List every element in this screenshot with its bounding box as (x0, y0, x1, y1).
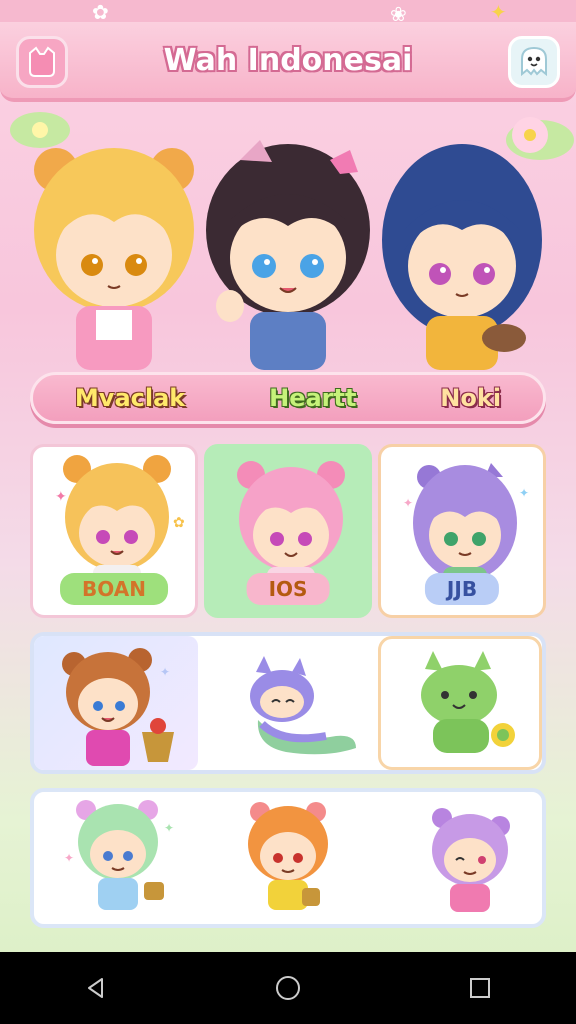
hero-name-3[interactable]: Noki (440, 384, 501, 412)
svg-text:✦: ✦ (55, 489, 67, 505)
header-bar: Wah Indonesai (0, 22, 576, 102)
hero-character-3[interactable] (374, 130, 550, 370)
chibi-portrait-1: ✦ ✿ (55, 455, 185, 587)
svg-text:✦: ✦ (160, 665, 170, 679)
character-card-6[interactable] (378, 636, 542, 770)
profile-button[interactable] (508, 36, 560, 88)
hero-characters (16, 130, 560, 380)
home-circle-icon (276, 976, 300, 1000)
chibi-portrait-9 (432, 808, 510, 912)
page-title: Wah Indonesai (163, 42, 413, 78)
recents-square-icon (470, 978, 490, 998)
character-card-5[interactable] (206, 636, 370, 770)
character-row-2: ✦ (30, 632, 546, 774)
svg-text:✦: ✦ (403, 496, 413, 510)
svg-text:✦: ✦ (64, 851, 74, 865)
svg-text:✦: ✦ (164, 821, 174, 835)
hero-name-2[interactable]: Heartt (269, 384, 356, 412)
character-row-3: ✦ ✦ (30, 788, 546, 928)
character-card-2[interactable]: IOS (204, 444, 372, 618)
character-card-9[interactable] (374, 792, 542, 924)
hero-character-2[interactable] (200, 130, 376, 370)
chibi-portrait-7: ✦ ✦ (64, 800, 174, 910)
ghost-icon (521, 46, 547, 77)
chibi-portrait-8 (248, 802, 328, 910)
back-button[interactable] (72, 964, 120, 1012)
slug-creature-icon (250, 656, 356, 755)
flower-deco-icon: ✿ (92, 0, 109, 24)
character-row-1: ✦ ✿ BOAN IOS ✦ ✦ JJB (30, 444, 546, 618)
character-card-4[interactable]: ✦ (34, 636, 198, 770)
character-card-3[interactable]: ✦ ✦ JJB (378, 444, 546, 618)
card-label-3: JJB (424, 573, 500, 605)
star-deco-icon: ✦ (490, 0, 507, 24)
green-cat-icon (421, 651, 515, 753)
cat-sticker-icon (29, 46, 55, 77)
svg-text:✿: ✿ (173, 515, 185, 531)
svg-text:✦: ✦ (519, 486, 529, 500)
character-card-8[interactable] (206, 792, 370, 924)
recents-button[interactable] (456, 964, 504, 1012)
home-button[interactable] (264, 964, 312, 1012)
chibi-portrait-2 (237, 461, 345, 587)
hero-name-1[interactable]: Mvaclak (75, 384, 185, 412)
system-nav-bar (0, 952, 576, 1024)
menu-button[interactable] (16, 36, 68, 88)
chibi-portrait-4: ✦ (62, 648, 174, 766)
character-card-7[interactable]: ✦ ✦ (34, 792, 202, 924)
hero-character-1[interactable] (26, 130, 202, 370)
hero-name-bar: Mvaclak Heartt Noki (30, 372, 546, 424)
card-label-1: BOAN (60, 573, 168, 605)
character-card-1[interactable]: ✦ ✿ BOAN (30, 444, 198, 618)
chibi-portrait-3: ✦ ✦ (403, 463, 529, 587)
card-label-2: IOS (246, 573, 330, 605)
back-triangle-icon (88, 978, 103, 998)
